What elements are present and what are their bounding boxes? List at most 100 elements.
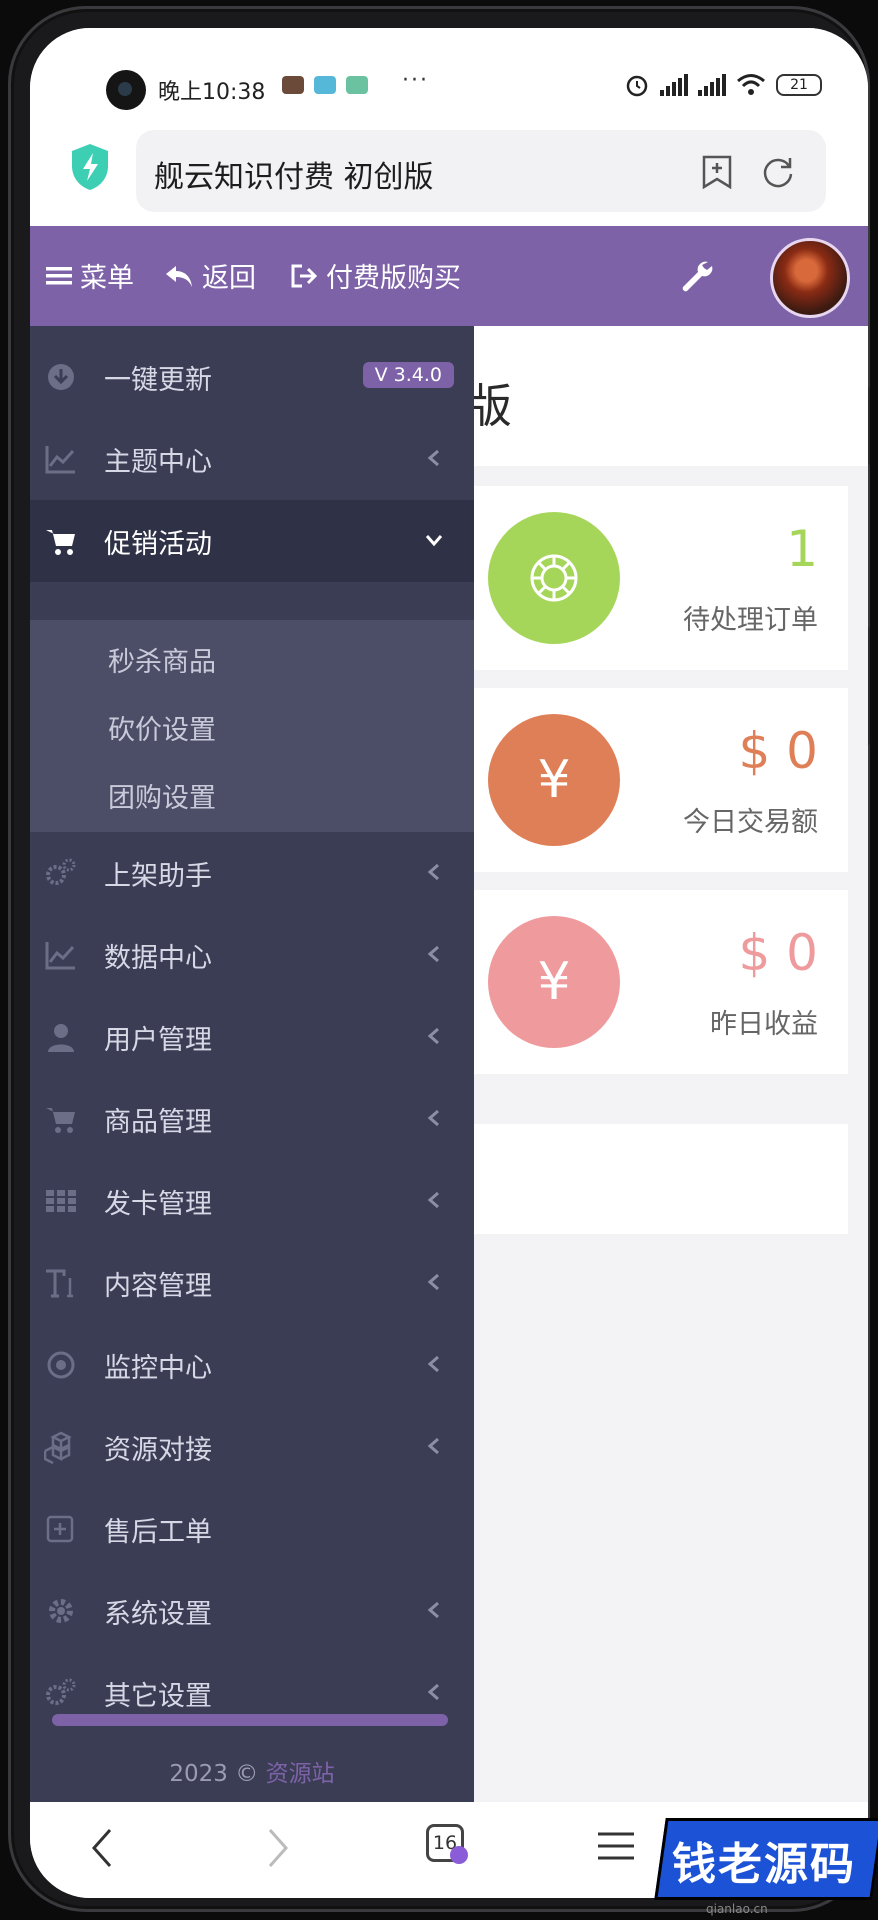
chevron-left-icon	[427, 1437, 439, 1455]
reply-icon	[166, 265, 192, 287]
chevron-left-icon	[427, 1355, 439, 1373]
stat-value: 1	[786, 520, 818, 578]
yen-icon: ¥	[488, 916, 620, 1048]
copyright-text: 2023 ©	[169, 1761, 259, 1787]
cubes-icon	[44, 1431, 72, 1464]
back-button[interactable]: 返回	[164, 256, 256, 295]
menu-toggle-button[interactable]: 菜单	[46, 256, 134, 295]
sidebar-item-users[interactable]: 用户管理	[30, 996, 474, 1078]
version-badge: V 3.4.0	[362, 362, 454, 388]
sidebar-item-themes[interactable]: 主题中心	[30, 418, 474, 500]
chevron-left-icon	[427, 945, 439, 963]
sidebar-item-label: 数据中心	[104, 943, 212, 974]
download-circle-icon	[48, 364, 74, 390]
sidebar-item-data-center[interactable]: 数据中心	[30, 914, 474, 996]
chevron-left-icon	[427, 1109, 439, 1127]
notification-cloud-icon	[346, 76, 368, 94]
sidebar-item-update[interactable]: 一键更新 V 3.4.0	[30, 336, 474, 418]
buy-label: 付费版购买	[326, 263, 461, 294]
promotions-submenu: 秒杀商品 砍价设置 团购设置	[30, 620, 474, 832]
emblem-icon	[530, 554, 578, 602]
tab-notification-icon	[450, 1846, 468, 1864]
sidebar-menu: 一键更新 V 3.4.0 主题中心 促销活动 秒杀商品 砍价设置 团购设置 上架…	[30, 326, 474, 1802]
notification-app-icon	[314, 76, 336, 94]
refresh-icon[interactable]	[760, 154, 796, 190]
alarm-icon	[626, 75, 648, 97]
stat-value: $ 0	[738, 924, 818, 982]
bookmark-add-icon[interactable]	[700, 154, 734, 190]
chevron-left-icon	[427, 1601, 439, 1619]
stat-circle	[488, 512, 620, 644]
sidebar-item-label: 其它设置	[104, 1681, 212, 1712]
sidebar-item-card-issuing[interactable]: 发卡管理	[30, 1160, 474, 1242]
gears-icon	[46, 858, 76, 885]
target-icon	[47, 1351, 75, 1379]
sidebar-item-label: 商品管理	[104, 1107, 212, 1138]
wrench-icon[interactable]	[678, 258, 714, 294]
buy-premium-button[interactable]: 付费版购买	[290, 256, 461, 295]
chevron-left-icon	[427, 863, 439, 881]
admin-navbar: 菜单 返回 付费版购买	[30, 226, 868, 326]
submenu-item-group-buy-settings[interactable]: 团购设置	[108, 776, 216, 815]
user-icon	[48, 1024, 74, 1052]
security-shield-icon[interactable]	[68, 142, 112, 192]
sidebar-item-label: 系统设置	[104, 1599, 212, 1630]
sidebar-scrollbar[interactable]	[52, 1714, 448, 1726]
url-field[interactable]: 舰云知识付费 初创版	[136, 130, 826, 212]
gear-icon	[49, 1599, 73, 1623]
phone-frame: 晚上10:38 ··· 21 舰云知识付费 初创版 版 1 待处理订单 ¥ $ …	[8, 6, 870, 1912]
plus-square-icon	[46, 1515, 74, 1543]
sidebar-item-label: 资源对接	[104, 1435, 212, 1466]
cart-icon	[46, 530, 75, 555]
chevron-down-icon	[425, 535, 443, 547]
sidebar-item-monitoring[interactable]: 监控中心	[30, 1324, 474, 1406]
text-icon	[46, 1269, 73, 1298]
more-notifications-icon: ···	[402, 68, 429, 93]
menu-icon[interactable]	[596, 1826, 636, 1866]
grid-icon	[46, 1190, 76, 1212]
sidebar-item-listing-assistant[interactable]: 上架助手	[30, 832, 474, 914]
sign-out-icon	[291, 264, 318, 287]
chevron-left-icon	[427, 1273, 439, 1291]
line-chart-icon	[45, 446, 75, 474]
sidebar-item-label: 监控中心	[104, 1353, 212, 1384]
watermark-domain: qianlao.cn	[706, 1902, 768, 1916]
signal-icon-2	[698, 74, 726, 96]
sidebar-item-label: 用户管理	[104, 1025, 212, 1056]
sidebar-item-content[interactable]: 内容管理	[30, 1242, 474, 1324]
status-time: 晚上10:38	[158, 80, 266, 105]
back-label: 返回	[202, 263, 256, 294]
browser-address-bar: 舰云知识付费 初创版	[30, 116, 868, 226]
line-chart-icon	[45, 942, 75, 970]
sidebar-item-after-sales[interactable]: 售后工单	[30, 1488, 474, 1570]
footer-link[interactable]: 资源站	[266, 1761, 335, 1787]
cart-icon	[46, 1108, 75, 1133]
front-camera	[106, 70, 146, 110]
sidebar-item-promotions[interactable]: 促销活动	[30, 500, 474, 582]
sidebar-item-label: 内容管理	[104, 1271, 212, 1302]
sidebar-item-label: 主题中心	[104, 447, 212, 478]
hamburger-icon	[46, 266, 72, 284]
stat-value: $ 0	[738, 722, 818, 780]
status-indicators: 21	[624, 72, 822, 98]
user-avatar[interactable]	[770, 238, 850, 318]
sidebar-item-label: 售后工单	[104, 1517, 212, 1548]
forward-arrow-icon[interactable]	[264, 1826, 292, 1870]
submenu-item-bargain-settings[interactable]: 砍价设置	[108, 708, 216, 747]
chevron-left-icon	[427, 1683, 439, 1701]
status-bar: 晚上10:38 ··· 21	[30, 28, 868, 116]
sidebar-footer: 2023 © 资源站	[30, 1754, 474, 1788]
signal-icon-1	[660, 74, 688, 96]
sidebar-item-label: 一键更新	[104, 365, 212, 396]
menu-label: 菜单	[80, 263, 134, 294]
sidebar-item-resource-docking[interactable]: 资源对接	[30, 1406, 474, 1488]
chevron-left-icon	[427, 449, 439, 467]
sidebar-item-label: 上架助手	[104, 861, 212, 892]
back-arrow-icon[interactable]	[88, 1826, 116, 1870]
sidebar-item-label: 发卡管理	[104, 1189, 212, 1220]
submenu-item-flash-sale[interactable]: 秒杀商品	[108, 640, 216, 679]
sidebar-item-system-settings[interactable]: 系统设置	[30, 1570, 474, 1652]
stat-label: 昨日收益	[710, 1009, 818, 1040]
sidebar-item-products[interactable]: 商品管理	[30, 1078, 474, 1160]
wifi-icon	[737, 74, 765, 95]
